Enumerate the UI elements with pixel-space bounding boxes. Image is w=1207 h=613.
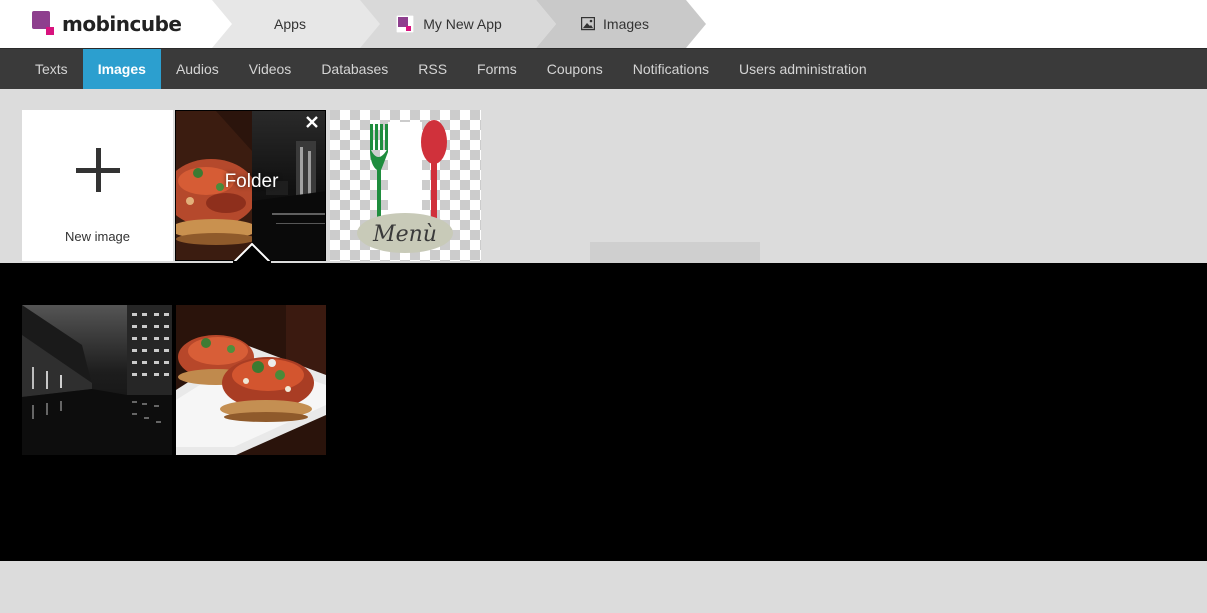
image-icon (580, 16, 596, 31)
close-icon[interactable] (304, 114, 320, 130)
new-image-label: New image (64, 229, 131, 244)
folder-tile[interactable]: Folder (175, 110, 326, 261)
folder-contents-panel (0, 263, 1207, 561)
top-header: mobincube Apps My New App Images (0, 0, 1207, 48)
nav-tab-images[interactable]: Images (82, 49, 161, 89)
breadcrumb-my-new-app[interactable]: My New App (360, 0, 556, 48)
folder-pointer-notch (233, 243, 271, 263)
breadcrumb-images[interactable]: Images (536, 0, 706, 48)
breadcrumb-apps[interactable]: Apps (212, 0, 382, 48)
page-footer-area (0, 561, 1207, 613)
nav-tab-audios[interactable]: Audios (161, 49, 234, 89)
plus-icon (68, 140, 128, 200)
breadcrumb-app-label: My New App (423, 16, 502, 32)
mobincube-logo[interactable]: mobincube (32, 6, 182, 42)
nav-tab-rss[interactable]: RSS (403, 49, 462, 89)
nav-tab-databases[interactable]: Databases (306, 49, 403, 89)
breadcrumb-images-label: Images (603, 16, 649, 32)
nav-tab-texts[interactable]: Texts (20, 49, 83, 89)
menu-fork-spoon-image: Menù (330, 110, 481, 261)
breadcrumb-apps-label: Apps (274, 16, 306, 32)
folder-label: Folder (224, 171, 279, 192)
nav-tab-videos[interactable]: Videos (234, 49, 307, 89)
nav-tab-coupons[interactable]: Coupons (532, 49, 618, 89)
logo-text: mobincube (62, 12, 182, 36)
bruschetta-image[interactable] (176, 305, 326, 455)
nav-tab-users-administration[interactable]: Users administration (724, 49, 882, 89)
logo-mark-icon (32, 11, 58, 37)
new-image-tile[interactable]: New image (22, 110, 173, 261)
placeholder-bar (590, 242, 760, 263)
section-nav: Texts Images Audios Videos Databases RSS… (0, 48, 1207, 89)
nav-tab-notifications[interactable]: Notifications (618, 49, 724, 89)
nav-tab-forms[interactable]: Forms (462, 49, 532, 89)
menu-image-tile[interactable]: Menù (330, 110, 481, 261)
city-night-image[interactable] (22, 305, 172, 455)
menu-image-text: Menù (372, 222, 437, 247)
app-icon (395, 14, 415, 34)
